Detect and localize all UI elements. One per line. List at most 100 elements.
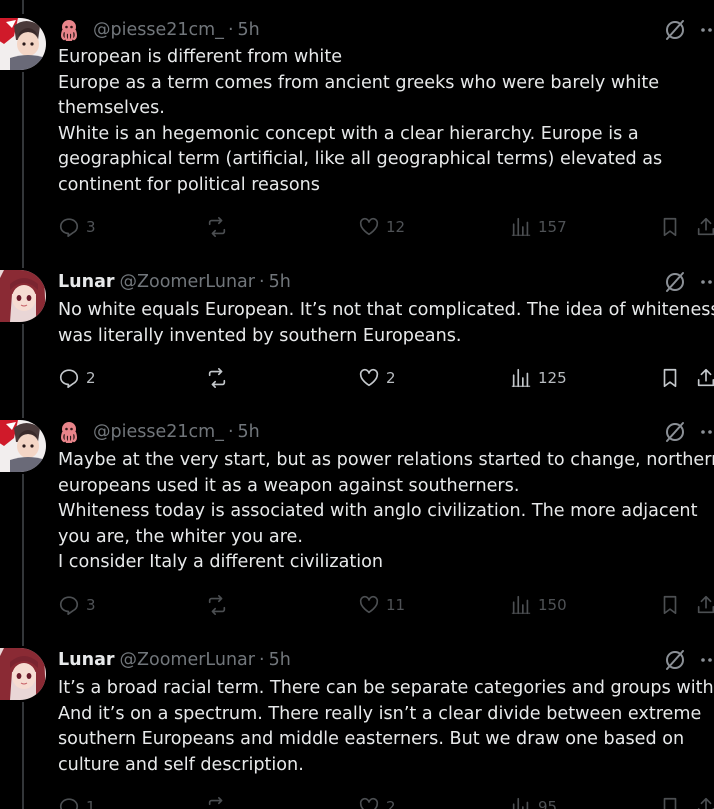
bookmark-button[interactable] bbox=[659, 216, 687, 238]
text-line: Whiteness today is associated with anglo… bbox=[58, 501, 698, 522]
timestamp[interactable]: 5h bbox=[238, 20, 260, 40]
reply-icon bbox=[59, 596, 79, 615]
repost-button[interactable] bbox=[206, 216, 234, 238]
heart-icon bbox=[359, 217, 379, 236]
thread-line bbox=[22, 0, 24, 14]
avatar[interactable] bbox=[0, 648, 46, 700]
views-button[interactable]: 95 bbox=[510, 796, 557, 809]
tweet-text: European is different from white Europe … bbox=[58, 45, 714, 199]
text-line: European is different from white bbox=[58, 47, 343, 67]
reply-count: 3 bbox=[86, 218, 96, 236]
text-line: White is an hegemonic concept with a cle… bbox=[58, 123, 639, 144]
share-icon bbox=[697, 217, 714, 236]
separator-dot: · bbox=[258, 272, 265, 292]
grok-icon[interactable] bbox=[663, 420, 687, 444]
bookmark-button[interactable] bbox=[659, 367, 687, 389]
views-chart-icon bbox=[511, 368, 531, 388]
more-icon[interactable] bbox=[698, 420, 714, 444]
avatar[interactable] bbox=[0, 420, 46, 472]
action-bar: 3 11 150 bbox=[58, 594, 714, 618]
views-count: 157 bbox=[538, 218, 567, 236]
repost-button[interactable] bbox=[206, 796, 234, 809]
separator-dot: · bbox=[227, 20, 234, 40]
share-icon bbox=[697, 368, 714, 387]
repost-button[interactable] bbox=[206, 594, 234, 616]
octopus-icon bbox=[58, 19, 80, 41]
tweet-header: Lunar @ZoomerLunar · 5h bbox=[58, 270, 291, 294]
reply-button[interactable]: 2 bbox=[58, 367, 96, 389]
user-handle[interactable]: @ZoomerLunar bbox=[120, 650, 255, 670]
text-line: themselves. bbox=[58, 98, 165, 119]
repost-button[interactable] bbox=[206, 367, 234, 389]
reply-count: 3 bbox=[86, 596, 96, 614]
tweet-header: @piesse21cm_ · 5h bbox=[58, 18, 260, 42]
more-icon[interactable] bbox=[698, 270, 714, 294]
text-line: It’s a broad racial term. There can be s… bbox=[58, 678, 714, 698]
heart-icon bbox=[359, 797, 379, 809]
text-line: Maybe at the very start, but as power re… bbox=[58, 450, 714, 470]
views-button[interactable]: 125 bbox=[510, 367, 567, 389]
share-button[interactable] bbox=[695, 594, 714, 616]
text-line: I consider Italy a different civilizatio… bbox=[58, 552, 384, 573]
views-button[interactable]: 150 bbox=[510, 594, 567, 616]
text-line: And it’s on a spectrum. There really isn… bbox=[58, 703, 702, 724]
grok-icon[interactable] bbox=[663, 270, 687, 294]
repost-icon bbox=[208, 217, 226, 237]
repost-icon bbox=[208, 797, 225, 809]
more-icon[interactable] bbox=[698, 648, 714, 672]
bookmark-button[interactable] bbox=[659, 796, 687, 809]
text-line: continent for political reasons bbox=[58, 174, 320, 195]
user-handle[interactable]: @piesse21cm_ bbox=[93, 20, 224, 40]
timestamp[interactable]: 5h bbox=[238, 422, 260, 442]
reply-count: 1 bbox=[86, 798, 96, 809]
like-button[interactable]: 11 bbox=[358, 594, 405, 616]
text-line: culture and self description. bbox=[58, 754, 304, 775]
share-button[interactable] bbox=[695, 796, 714, 809]
text-line: europeans used it as a weapon against so… bbox=[58, 475, 520, 496]
like-count: 2 bbox=[386, 369, 396, 387]
text-line: was literally invented by southern Europ… bbox=[58, 325, 462, 346]
share-button[interactable] bbox=[695, 216, 714, 238]
action-bar: 1 2 95 bbox=[58, 796, 714, 809]
tweet-text: No white equals European. It’s not that … bbox=[58, 298, 714, 349]
like-button[interactable]: 2 bbox=[358, 367, 396, 389]
grok-icon[interactable] bbox=[663, 18, 687, 42]
thread-line bbox=[22, 474, 24, 646]
tweet-header: Lunar @ZoomerLunar · 5h bbox=[58, 648, 291, 672]
tweet-header: @piesse21cm_ · 5h bbox=[58, 420, 260, 444]
action-bar: 3 12 157 bbox=[58, 216, 714, 240]
avatar[interactable] bbox=[0, 18, 46, 70]
bookmark-button[interactable] bbox=[659, 594, 687, 616]
user-handle[interactable]: @ZoomerLunar bbox=[120, 272, 255, 292]
reply-icon bbox=[59, 218, 79, 237]
reply-button[interactable]: 3 bbox=[58, 216, 96, 238]
views-count: 125 bbox=[538, 369, 567, 387]
user-handle[interactable]: @piesse21cm_ bbox=[93, 422, 224, 442]
reply-icon bbox=[59, 369, 79, 388]
reply-button[interactable]: 1 bbox=[58, 796, 96, 809]
reply-count: 2 bbox=[86, 369, 96, 387]
text-line: No white equals European. It’s not that … bbox=[58, 300, 714, 320]
tweet-text: It’s a broad racial term. There can be s… bbox=[58, 676, 714, 778]
reply-button[interactable]: 3 bbox=[58, 594, 96, 616]
more-icon[interactable] bbox=[698, 18, 714, 42]
octopus-icon bbox=[58, 421, 80, 443]
views-count: 95 bbox=[538, 798, 558, 809]
grok-icon[interactable] bbox=[663, 648, 687, 672]
repost-icon bbox=[208, 595, 226, 615]
like-count: 2 bbox=[386, 798, 396, 809]
like-button[interactable]: 12 bbox=[358, 216, 405, 238]
timestamp[interactable]: 5h bbox=[269, 650, 291, 670]
views-chart-icon bbox=[511, 595, 531, 615]
text-line: you are, the whiter you are. bbox=[58, 526, 303, 547]
share-button[interactable] bbox=[695, 367, 714, 389]
avatar[interactable] bbox=[0, 270, 46, 322]
views-button[interactable]: 157 bbox=[510, 216, 567, 238]
text-line: Europe as a term comes from ancient gree… bbox=[58, 72, 660, 93]
display-name[interactable]: Lunar bbox=[58, 650, 115, 670]
share-icon bbox=[697, 797, 714, 809]
timestamp[interactable]: 5h bbox=[269, 272, 291, 292]
like-button[interactable]: 2 bbox=[358, 796, 396, 809]
thread-line bbox=[22, 324, 24, 418]
display-name[interactable]: Lunar bbox=[58, 272, 115, 292]
